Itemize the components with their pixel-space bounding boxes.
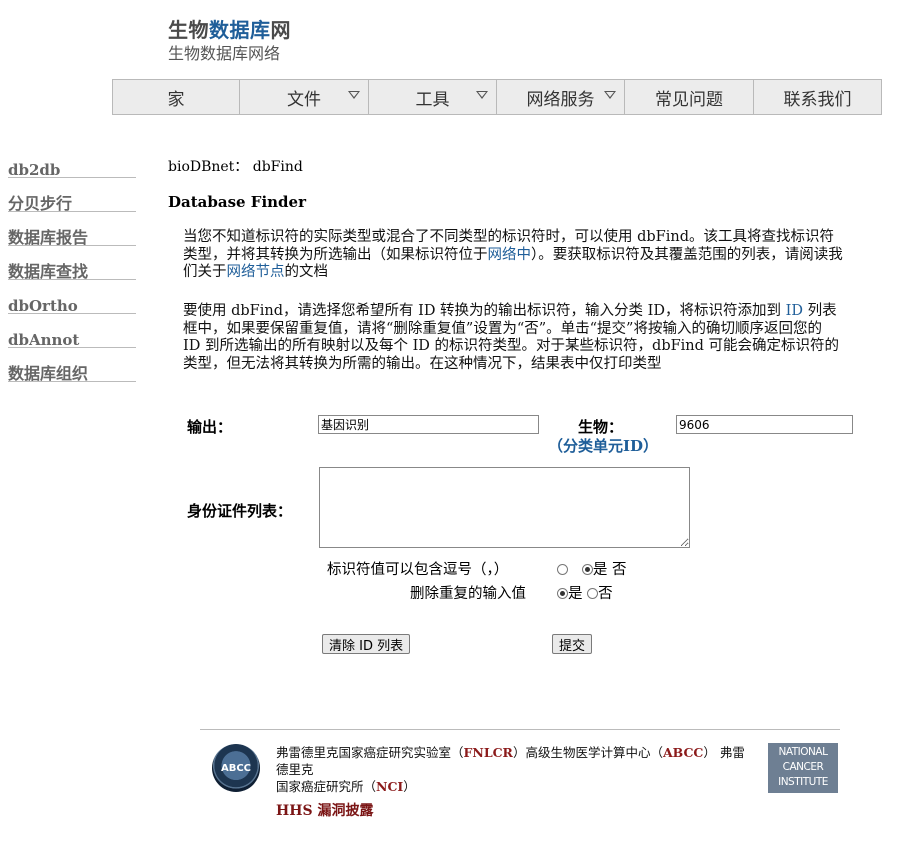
nav-faq[interactable]: 常见问题 [624,79,754,115]
sidebar-item-dbwalk[interactable]: 分贝步行 [8,189,136,213]
dropdown-arrow-icon [604,91,616,99]
id-link[interactable]: ID [786,303,803,319]
dup-yes-radio[interactable] [557,588,568,599]
taxon-id-link[interactable]: 分类单元ID [563,437,643,455]
sidebar-item-dbfind[interactable]: 数据库查找 [8,257,136,281]
nav-tools[interactable]: 工具 [368,79,497,115]
page-title: Database Finder [168,193,306,211]
dup-option-label: 删除重复的输入值 [410,586,526,602]
network-link[interactable]: 网络中 [488,247,532,263]
usage-paragraph: 要使用 dbFind，请选择您希望所有 ID 转换为的输出标识符，输入分类 ID… [183,303,840,372]
breadcrumb: bioDBnet： dbFind [168,159,303,175]
comma-yes-radio[interactable] [581,564,593,575]
sidebar-item-dbannot[interactable]: dbAnnot [8,325,136,349]
nav-documents[interactable]: 文件 [239,79,369,115]
nav-web-services[interactable]: 网络服务 [496,79,625,115]
nav-contact[interactable]: 联系我们 [753,79,882,115]
network-nodes-link[interactable]: 网络节点 [227,264,285,280]
comma-no-radio-blank[interactable] [557,564,568,575]
dup-no-radio[interactable] [587,588,599,599]
hhs-disclosure-link[interactable]: HHS 漏洞披露 [276,800,373,820]
organism-field[interactable] [676,415,853,434]
sidebar: db2db 分贝步行 数据库报告 数据库查找 dbOrtho dbAnnot 数… [8,155,136,393]
id-list-textarea[interactable] [319,467,690,548]
sidebar-item-dbreport[interactable]: 数据库报告 [8,223,136,247]
footer-divider [200,729,840,730]
dropdown-arrow-icon [476,91,488,99]
output-label: 输出： [187,418,233,436]
taxon-id-text: （分类单元ID） [548,437,659,455]
comma-option-label: 标识符值可以包含逗号（，） [327,562,509,578]
clear-id-list-button[interactable]: 清除 ID 列表 [322,634,411,654]
intro-paragraph: 当您不知道标识符的实际类型或混合了不同类型的标识符时，可以使用 dbFind。该… [183,229,843,280]
dup-options: 是 否 [557,582,613,603]
sidebar-item-dbortho[interactable]: dbOrtho [8,291,136,315]
organism-label: 生物： [578,418,624,436]
submit-button[interactable]: 提交 [552,634,593,654]
site-subtitle: 生物数据库网络 [168,44,281,63]
dropdown-arrow-icon [348,91,360,99]
footer-text: 弗雷德里克国家癌症研究实验室（FNLCR）高级生物医学计算中心（ABCC） 弗雷… [276,745,745,794]
idlist-label: 身份证件列表： [187,502,293,520]
sidebar-item-dborg[interactable]: 数据库组织 [8,359,136,383]
nci-logo[interactable]: NATIONAL CANCER INSTITUTE [768,743,838,793]
sidebar-item-db2db[interactable]: db2db [8,155,136,179]
output-field[interactable] [318,415,539,434]
site-title[interactable]: 生物数据库网 [168,14,291,43]
comma-options: 是 否 [557,558,626,579]
nav-home[interactable]: 家 [112,79,240,115]
main-nav: 家 文件 工具 网络服务 常见问题 联系我们 [112,79,882,115]
abcc-logo[interactable]: ABCC [212,744,260,792]
